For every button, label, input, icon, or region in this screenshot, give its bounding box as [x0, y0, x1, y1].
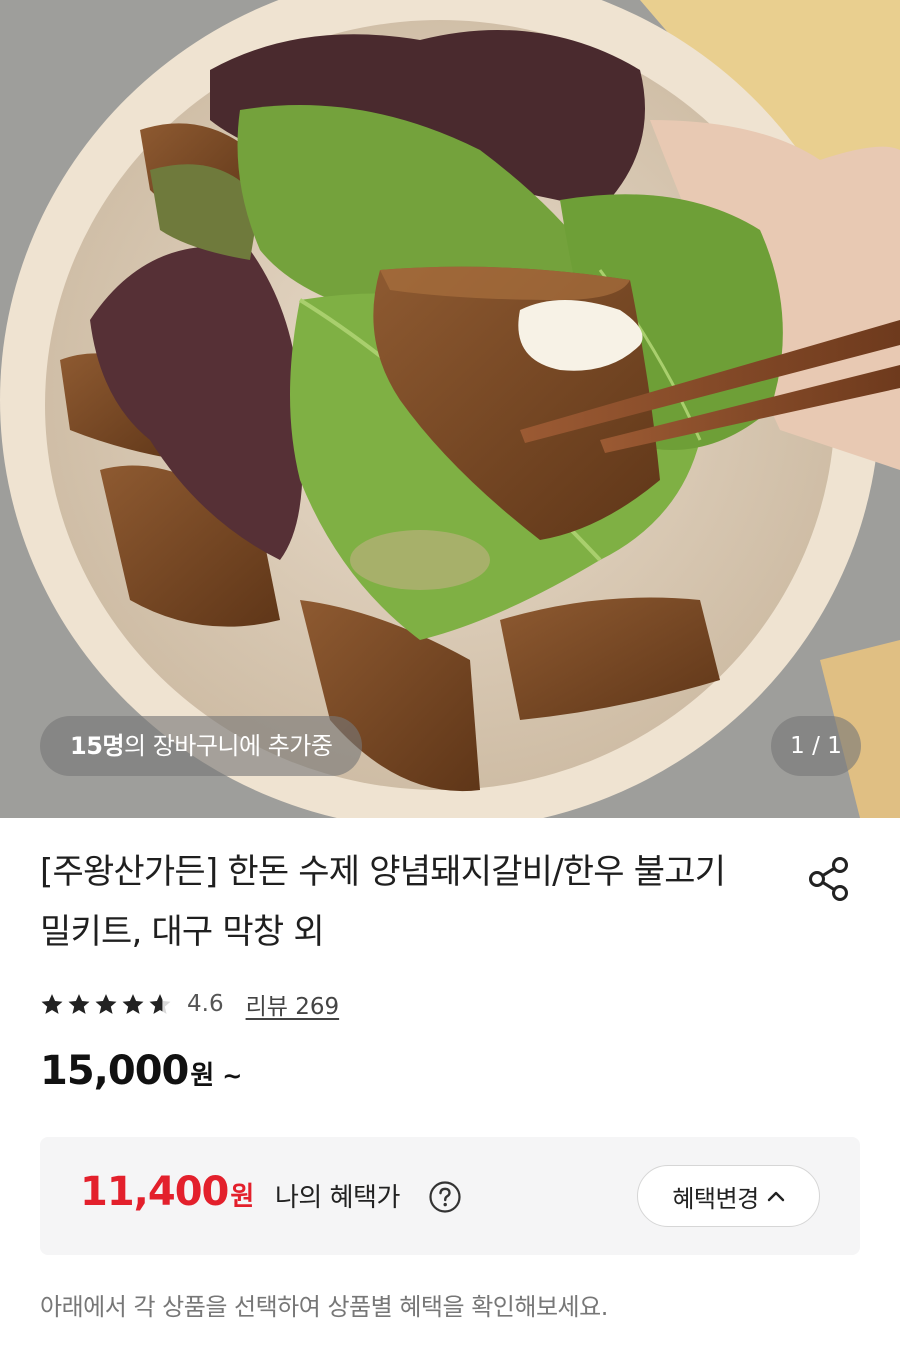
benefit-price-amount: 11,400	[80, 1169, 229, 1215]
change-benefit-button[interactable]: 혜택변경	[637, 1165, 820, 1227]
cart-count-text: 의 장바구니에 추가중	[123, 732, 333, 760]
product-image[interactable]: 15명의 장바구니에 추가중 1 / 1	[0, 0, 900, 818]
benefit-price-unit: 원	[230, 1182, 255, 1212]
price-amount: 15,000	[40, 1048, 189, 1094]
star-icon	[68, 994, 90, 1014]
chevron-up-icon	[767, 1191, 784, 1202]
star-icon	[122, 994, 144, 1014]
rating-value: 4.6	[187, 991, 224, 1017]
star-icon	[149, 994, 171, 1014]
product-title: [주왕산가든] 한돈 수제 양념돼지갈비/한우 불고기 밀키트, 대구 막창 외	[40, 852, 726, 952]
cart-count-badge: 15명의 장바구니에 추가중	[40, 716, 363, 776]
share-button[interactable]	[804, 854, 854, 904]
image-counter-current: 1	[790, 733, 805, 759]
benefit-label: 나의 혜택가	[275, 1183, 400, 1213]
share-icon	[809, 857, 848, 901]
change-benefit-label: 혜택변경	[672, 1184, 759, 1213]
cart-count: 15명	[70, 732, 124, 760]
star-icon	[41, 994, 63, 1014]
rating-row: 4.6 리뷰 269	[40, 984, 339, 1024]
image-counter: 1 / 1	[771, 716, 861, 776]
review-link[interactable]: 리뷰 269	[246, 987, 340, 1021]
star-icon	[95, 994, 117, 1014]
help-circle-icon	[429, 1181, 461, 1213]
rating-stars	[40, 992, 175, 1016]
benefit-price: 11,400 원	[80, 1169, 254, 1215]
benefit-notice: 아래에서 각 상품을 선택하여 상품별 혜택을 확인해보세요.	[40, 1293, 608, 1321]
image-counter-total: 1	[827, 733, 842, 759]
image-counter-separator: /	[804, 733, 828, 759]
price-unit: 원	[190, 1061, 215, 1091]
price: 15,000 원 ~	[40, 1048, 242, 1104]
help-button[interactable]	[428, 1180, 462, 1214]
benefit-panel: 11,400 원 나의 혜택가 혜택변경	[40, 1137, 860, 1255]
price-suffix: ~	[222, 1062, 243, 1090]
food-photo	[0, 0, 900, 818]
